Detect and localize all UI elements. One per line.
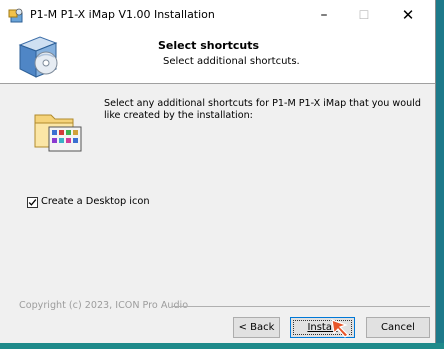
page-title: Select shortcuts (158, 39, 259, 52)
desktop-icon-checkbox[interactable] (27, 197, 38, 208)
copyright-text: Copyright (c) 2023, ICON Pro Audio (19, 300, 189, 311)
installer-app-icon (8, 8, 23, 23)
installer-window: P1-M P1-X iMap V1.00 Installation – ☐ ✕ … (0, 0, 436, 343)
setup-box-icon (18, 36, 58, 78)
minimize-button[interactable]: – (304, 0, 344, 30)
close-button[interactable]: ✕ (385, 0, 431, 30)
window-title: P1-M P1-X iMap V1.00 Installation (30, 8, 215, 21)
desktop-icon-checkbox-label[interactable]: Create a Desktop icon (41, 196, 150, 207)
wizard-header: Select shortcuts Select additional short… (0, 30, 435, 84)
check-mark-icon (28, 199, 37, 206)
desktop-background-edge (435, 0, 444, 349)
footer-divider (172, 306, 430, 307)
cancel-button-label: Cancel (381, 322, 415, 333)
title-bar[interactable]: P1-M P1-X iMap V1.00 Installation – ☐ ✕ (0, 0, 435, 30)
back-button-label: < Back (238, 322, 275, 333)
shortcuts-folder-icon (34, 114, 82, 152)
cancel-button[interactable]: Cancel (366, 317, 430, 338)
page-subtitle: Select additional shortcuts. (163, 56, 300, 67)
mouse-cursor-icon (331, 319, 349, 338)
desktop-taskbar-edge (0, 343, 444, 349)
back-button[interactable]: < Back (233, 317, 280, 338)
maximize-button[interactable]: ☐ (344, 0, 384, 30)
shortcuts-description: Select any additional shortcuts for P1-M… (104, 98, 421, 121)
